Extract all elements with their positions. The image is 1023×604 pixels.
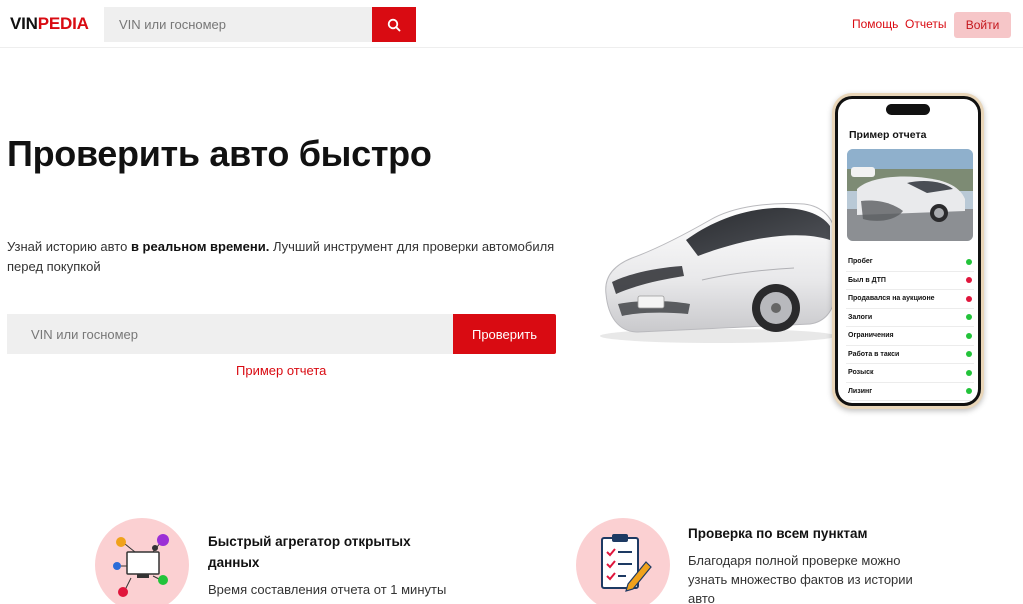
login-button[interactable]: Войти — [954, 12, 1011, 38]
report-item-label: Лизинг — [848, 387, 873, 395]
phone-mockup: Пример отчета Пробег Был в ДТП Продавалс… — [832, 93, 984, 409]
hero-subtitle-bold: в реальном времени. — [130, 239, 270, 254]
report-item-mileage: Пробег — [846, 253, 974, 272]
hero-subtitle-pre: Узнай историю авто — [7, 239, 131, 254]
car-illustration — [600, 203, 837, 343]
report-item-label: Работа в такси — [848, 350, 900, 358]
phone-bezel: Пример отчета Пробег Был в ДТП Продавалс… — [835, 96, 981, 406]
main-search: Проверить — [7, 314, 556, 354]
status-ok-dot — [966, 332, 972, 339]
hero-subtitle: Узнай историю авто в реальном времени. Л… — [7, 237, 567, 277]
report-item-label: Пробег — [848, 258, 873, 266]
phone-screen: Пример отчета Пробег Был в ДТП Продавалс… — [838, 99, 978, 403]
status-bad-dot — [966, 295, 972, 302]
header-search — [104, 7, 416, 42]
report-item-auction: Продавался на аукционе — [846, 290, 974, 309]
report-item-taxi: Работа в такси — [846, 346, 974, 364]
status-ok-dot — [966, 388, 972, 395]
checklist-clipboard-icon — [601, 534, 652, 592]
logo[interactable]: VINPEDIA — [10, 14, 89, 34]
report-item-leasing: Лизинг — [846, 383, 974, 401]
status-ok-dot — [966, 351, 972, 358]
main-search-input[interactable] — [7, 314, 453, 354]
hero-title: Проверить авто быстро — [7, 133, 432, 174]
feature-icon-circle — [95, 518, 189, 604]
site-header: VINPEDIA Помощь Отчеты Войти — [0, 0, 1023, 48]
report-item-label: Залоги — [848, 313, 873, 321]
nav-reports-link[interactable]: Отчеты — [905, 17, 946, 31]
report-item-wanted: Розыск — [846, 364, 974, 383]
status-ok-dot — [966, 369, 972, 376]
feature-title: Проверка по всем пунктам — [688, 526, 868, 541]
network-monitor-icon — [113, 534, 169, 597]
status-bad-dot — [966, 277, 972, 284]
header-search-button[interactable] — [372, 7, 416, 42]
check-button[interactable]: Проверить — [453, 314, 556, 354]
logo-vin: VIN — [10, 14, 38, 33]
phone-report-title: Пример отчета — [849, 129, 927, 141]
feature-text: Время составления отчета от 1 минуты — [208, 582, 447, 597]
nav-help-link[interactable]: Помощь — [852, 17, 898, 31]
phone-report-list: Пробег Был в ДТП Продавался на аукционе … — [846, 253, 974, 401]
feature-icon-circle — [576, 518, 670, 604]
damaged-car-photo — [847, 149, 973, 241]
report-item-pledges: Залоги — [846, 309, 974, 327]
phone-notch — [886, 104, 930, 115]
report-item-label: Продавался на аукционе — [848, 295, 935, 303]
sample-report-link[interactable]: Пример отчета — [236, 363, 326, 378]
feature-text: Благодаря полной проверке можно узнать м… — [688, 553, 913, 604]
feature-title: Быстрый агрегатор открытых данных — [208, 534, 411, 570]
logo-pedia: PEDIA — [37, 14, 89, 33]
report-item-restrictions: Ограничения — [846, 327, 974, 346]
status-ok-dot — [966, 314, 972, 321]
report-item-label: Розыск — [848, 369, 874, 377]
report-item-label: Был в ДТП — [848, 276, 886, 284]
search-icon — [387, 18, 401, 31]
header-search-input[interactable] — [104, 7, 372, 42]
report-item-accident: Был в ДТП — [846, 272, 974, 290]
report-item-label: Ограничения — [848, 332, 894, 340]
status-ok-dot — [966, 258, 972, 265]
